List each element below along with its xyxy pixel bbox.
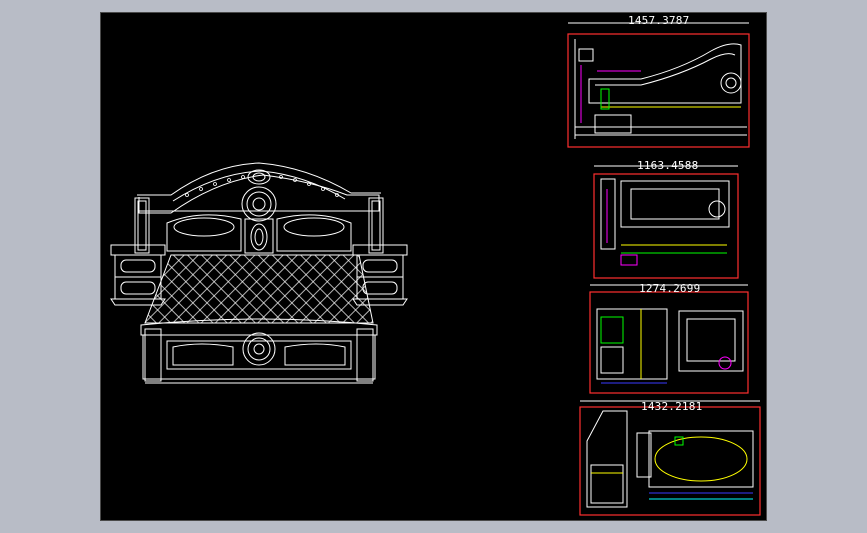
side-view-3 <box>589 284 749 394</box>
dimension-label-1: 1457.3787 <box>628 14 690 27</box>
bed-elevation-drawing <box>110 22 761 516</box>
dimension-label-3: 1274.2699 <box>639 282 701 295</box>
side-view-2 <box>593 165 739 279</box>
drawing-sheet[interactable]: 1457.3787 1163.4588 1274.2699 1432.2181 <box>100 12 767 521</box>
dimension-label-2: 1163.4588 <box>637 159 699 172</box>
side-view-1 <box>567 22 750 148</box>
dimension-label-4: 1432.2181 <box>641 400 703 413</box>
side-view-4 <box>579 400 761 516</box>
